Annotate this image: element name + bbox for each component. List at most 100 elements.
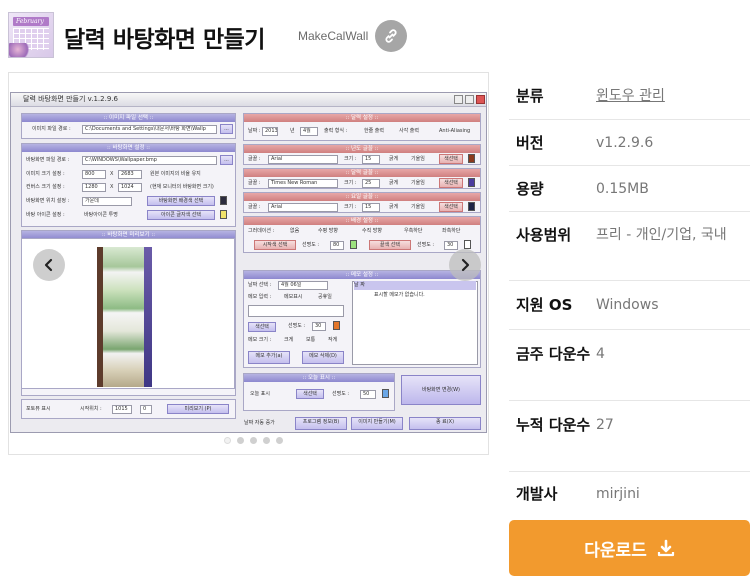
info-value: v1.2.9.6 bbox=[596, 135, 654, 151]
keep-ratio-label: 원본 이미지의 비율 유지 bbox=[150, 171, 201, 177]
gradient-diag1: 우측하단 bbox=[404, 228, 423, 234]
info-row-license: 사용범위 프리 - 개인/기업, 국내 bbox=[509, 212, 750, 281]
output-label: 출력 형식 : bbox=[324, 128, 348, 134]
gradient-diag2: 좌측하단 bbox=[442, 228, 461, 234]
info-value: 27 bbox=[596, 417, 614, 433]
panel-wallpaper-settings: :: 바탕화면 설정 :: bbox=[22, 144, 235, 152]
memo-input-label: 메모 입력 : bbox=[248, 294, 272, 300]
single-output: 한줄 출력 bbox=[364, 128, 384, 134]
today-opacity: 50 bbox=[360, 390, 376, 399]
memo-opacity-label: 선명도 : bbox=[288, 323, 306, 329]
position-label: 바탕화면 위치 설정 : bbox=[26, 198, 70, 204]
panel-year-font: :: 년도 글꼴 :: bbox=[244, 145, 480, 153]
gallery-dot[interactable] bbox=[263, 437, 270, 444]
panel-gradient: :: 배경 설정 :: bbox=[244, 217, 480, 225]
font-select-2: Times New Roman bbox=[268, 179, 338, 188]
bold-1: 굵게 bbox=[389, 156, 399, 162]
close-button: 종 료(X) bbox=[409, 417, 481, 430]
download-icon bbox=[657, 539, 674, 557]
memo-opacity: 30 bbox=[312, 322, 326, 331]
gallery-dot[interactable] bbox=[237, 437, 244, 444]
info-row-size: 용량 0.15MB bbox=[509, 166, 750, 212]
size-input-2: 25 bbox=[362, 179, 380, 188]
info-row-version: 버전 v1.2.9.6 bbox=[509, 120, 750, 166]
panel-memo: :: 메모 설정 :: bbox=[244, 271, 480, 279]
panel-image-file: :: 이미지 파일 선택 :: bbox=[22, 114, 235, 122]
month-select: 4월 bbox=[300, 127, 318, 136]
app-icon-month: February bbox=[16, 18, 44, 25]
gallery-dot[interactable] bbox=[224, 437, 231, 444]
info-label: 개발사 bbox=[516, 485, 558, 503]
color-button-3: 색선택 bbox=[439, 202, 463, 212]
gradient-vertical: 수직 방향 bbox=[362, 228, 382, 234]
italic-2: 기울임 bbox=[411, 180, 425, 186]
holiday: 공휴일 bbox=[318, 294, 332, 300]
info-value: 0.15MB bbox=[596, 181, 649, 197]
position-select: 가운데 bbox=[82, 197, 132, 206]
color-button-1: 색선택 bbox=[439, 154, 463, 164]
category-link[interactable]: 윈도우 관리 bbox=[596, 84, 746, 108]
preview-button: 미리보기 (P) bbox=[167, 404, 229, 414]
bold-2: 굵게 bbox=[389, 180, 399, 186]
monitor-size-label: 컨버스 크기 설정 : bbox=[26, 184, 65, 190]
panel-day-font: :: 요일 글꼴 :: bbox=[244, 193, 480, 201]
memo-size-mid: 보통 bbox=[306, 337, 316, 343]
info-row-os: 지원 OS Windows bbox=[509, 281, 750, 330]
color-button-2: 색선택 bbox=[439, 178, 463, 188]
page-title: 달력 바탕화면 만들기 bbox=[64, 27, 265, 53]
opacity-label-1: 선명도 : bbox=[302, 242, 320, 248]
chevron-left-icon bbox=[44, 258, 53, 272]
screenshot-window-title: 달력 바탕화면 만들기 v.1.2.9.6 bbox=[23, 95, 118, 103]
link-button[interactable] bbox=[375, 20, 407, 52]
year-unit: 년 bbox=[290, 128, 295, 134]
monitor-size-width: 1280 bbox=[82, 183, 106, 192]
icon-transparent-label: 바탕아이콘 투명 bbox=[84, 212, 118, 218]
gallery-prev-button[interactable] bbox=[33, 249, 65, 281]
panel-calendar: :: 달력 설정 :: bbox=[244, 114, 480, 122]
memo-size-small: 크게 bbox=[284, 337, 294, 343]
gallery-dot[interactable] bbox=[276, 437, 283, 444]
info-value: mirjini bbox=[596, 486, 640, 502]
image-size-height: 2683 bbox=[118, 170, 142, 179]
date-select-label: 날짜 선택 : bbox=[248, 282, 272, 288]
software-info-table: 분류 윈도우 관리 버전 v1.2.9.6 용량 0.15MB 사용범위 프리 … bbox=[509, 74, 750, 518]
panel-month-font: :: 달력 글꼴 :: bbox=[244, 169, 480, 177]
app-english-name: MakeCalWall bbox=[298, 29, 369, 43]
size-label-3: 크기 : bbox=[344, 204, 357, 210]
font-label-3: 글꼴 : bbox=[248, 204, 261, 210]
chevron-right-icon bbox=[461, 258, 470, 272]
font-select-1: Arial bbox=[268, 155, 338, 164]
image-file-label: 이미지 파일 경로 : bbox=[32, 126, 71, 132]
info-label: 금주 다운수 bbox=[516, 345, 591, 363]
download-button[interactable]: 다운로드 bbox=[509, 520, 750, 576]
memo-size-large: 작게 bbox=[328, 337, 338, 343]
gallery-next-button[interactable] bbox=[449, 249, 481, 281]
font-label-1: 글꼴 : bbox=[248, 156, 261, 162]
year-input: 2013 bbox=[262, 127, 278, 136]
memo-list-empty: 표시할 메모가 없습니다. bbox=[374, 292, 425, 298]
memo-show: 메모표시 bbox=[284, 294, 303, 300]
info-label: 버전 bbox=[516, 134, 544, 152]
gallery-dot[interactable] bbox=[250, 437, 257, 444]
size-input-1: 15 bbox=[362, 155, 380, 164]
today-opacity-label: 선명도 : bbox=[332, 391, 350, 397]
link-icon bbox=[385, 29, 397, 43]
italic-3: 기울임 bbox=[411, 204, 425, 210]
bold-3: 굵게 bbox=[389, 204, 399, 210]
size-label-2: 크기 : bbox=[344, 180, 357, 186]
gradient-none: 없음 bbox=[290, 228, 300, 234]
memo-add-button: 메모 추가(a) bbox=[248, 351, 290, 364]
screenshot-window: 달력 바탕화면 만들기 v.1.2.9.6 :: 이미지 파일 선택 :: 이미… bbox=[10, 92, 487, 433]
info-value: Windows bbox=[596, 297, 659, 313]
image-file-path: C:\Documents and Settings\내문서\바탕 화면\Wall… bbox=[82, 125, 217, 134]
auto-date: 날짜 자동 증가 bbox=[244, 420, 275, 426]
info-label: 사용범위 bbox=[516, 226, 572, 244]
info-label: 지원 OS bbox=[516, 296, 573, 314]
memo-size-label: 메모 크기 : bbox=[248, 337, 272, 343]
start-pos-x: 1015 bbox=[112, 405, 132, 414]
wallpaper-file-label: 바탕화면 파일 경로 : bbox=[26, 157, 70, 163]
download-label: 다운로드 bbox=[584, 540, 647, 561]
opacity-input-2: 30 bbox=[444, 241, 458, 250]
panel-today: :: 오늘 표시 :: bbox=[244, 374, 394, 382]
info-label: 용량 bbox=[516, 180, 544, 198]
